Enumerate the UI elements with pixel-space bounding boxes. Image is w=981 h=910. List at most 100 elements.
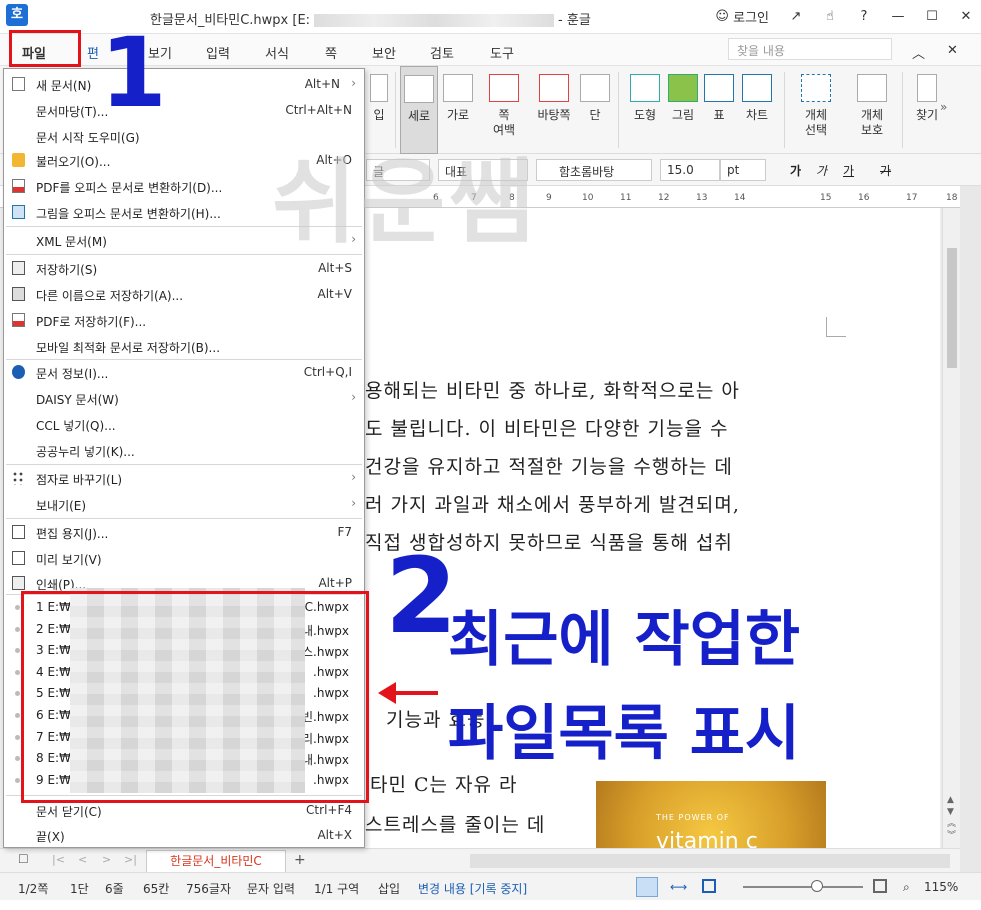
title-redacted (314, 14, 555, 27)
tab-document[interactable]: 한글문서_비타민C (146, 850, 286, 872)
view-normal-icon[interactable] (636, 877, 658, 897)
app-logo-icon[interactable]: 호 (6, 4, 28, 26)
touch-icon[interactable]: ☝ (823, 9, 837, 24)
file-menu-item[interactable]: 끝(X) Alt+X (4, 822, 364, 848)
ribbon-more-icon[interactable]: » (940, 100, 947, 114)
ribbon-shape[interactable]: 도형 (628, 66, 662, 154)
zoom-slider-thumb[interactable] (811, 880, 823, 892)
menu-tools[interactable]: 도구 (490, 43, 514, 62)
help-icon[interactable]: ? (857, 9, 871, 24)
tab-prev-button[interactable]: < (78, 853, 87, 866)
ribbon-picture[interactable]: 그림 (666, 66, 700, 154)
recent-dot-icon (15, 669, 20, 675)
menu-edit[interactable]: 편 (87, 43, 99, 62)
add-tab-button[interactable]: + (294, 852, 306, 868)
file-menu-item[interactable]: PDF로 저장하기(F)... (4, 307, 364, 333)
file-menu-item[interactable]: 문서마당(T)... Ctrl+Alt+N (4, 97, 364, 123)
scrollbar-thumb[interactable] (947, 248, 957, 368)
zoom-icon[interactable]: ⌕ (903, 880, 910, 895)
menu-format[interactable]: 서식 (265, 43, 289, 62)
menu-insert[interactable]: 입력 (206, 43, 230, 62)
annotation-arrow-icon (378, 682, 438, 704)
zoom-slider[interactable] (743, 886, 863, 888)
fit-page-icon[interactable] (873, 879, 887, 893)
menu-label: 불러오기(O)... (36, 155, 111, 169)
page-setup-icon (12, 525, 25, 539)
recent-dot-icon (15, 626, 20, 632)
status-mode[interactable]: 문자 입력 (247, 880, 295, 897)
ribbon-find[interactable]: 찾기 (912, 66, 942, 154)
strikethrough-button[interactable]: 가 (880, 162, 891, 179)
horizontal-scrollbar[interactable] (470, 854, 950, 868)
view-page-icon[interactable] (702, 879, 716, 893)
ribbon-label: 세로 (407, 109, 431, 123)
ribbon-chart[interactable]: 차트 (740, 66, 774, 154)
file-menu-item[interactable]: 보내기(E) › (4, 491, 364, 517)
font-select[interactable]: 함초롬바탕 (536, 159, 652, 181)
file-menu-item[interactable]: 미리 보기(V) (4, 545, 364, 571)
file-menu-item[interactable]: 편집 용지(J)... F7 (4, 519, 364, 545)
view-width-icon[interactable]: ⟷ (670, 880, 687, 894)
bold-button[interactable]: 가 (790, 162, 801, 179)
ribbon-table[interactable]: 표 (704, 66, 734, 154)
menu-shortcut: Alt+N (304, 77, 340, 91)
document-text-line: 도 불립니다. 이 비타민은 다양한 기능을 수 (365, 418, 729, 440)
file-menu-item[interactable]: 다른 이름으로 저장하기(A)... Alt+V (4, 281, 364, 307)
file-menu-item[interactable]: CCL 넣기(Q)... (4, 411, 364, 437)
chevron-right-icon: › (351, 76, 356, 90)
file-menu-item[interactable]: 공공누리 넣기(K)... (4, 437, 364, 463)
file-menu-item[interactable]: 점자로 바꾸기(L) › (4, 465, 364, 491)
ribbon-separator (902, 72, 903, 148)
file-menu-item[interactable]: 새 문서(N) Alt+N › (4, 71, 364, 97)
ribbon-collapse-icon[interactable]: ︿ (912, 43, 925, 62)
menu-label: 문서 정보(I)... (36, 367, 109, 381)
chevron-right-icon: › (351, 390, 356, 404)
document-text-line: 건강을 유지하고 적절한 기능을 수행하는 데 (365, 456, 733, 478)
tab-first-button[interactable]: |< (52, 853, 65, 866)
ruler-tick: 12 (658, 193, 670, 203)
minimize-button[interactable]: — (891, 9, 905, 24)
vertical-scrollbar[interactable]: ▲ ▼ ︽ ︾ (942, 208, 960, 848)
tab-next-button[interactable]: > (102, 853, 111, 866)
font-size-input[interactable]: 15.0 (660, 159, 720, 181)
status-insert[interactable]: 삽입 (378, 880, 400, 897)
pdf-save-icon (12, 313, 25, 327)
menu-shortcut: Alt+S (318, 261, 352, 275)
tab-last-button[interactable]: >| (124, 853, 137, 866)
zoom-level[interactable]: 115% (924, 880, 958, 894)
open-folder-icon (12, 153, 25, 167)
ribbon-object-select[interactable]: 개체 선택 (796, 66, 836, 154)
tab-list-icon[interactable]: ☐ (18, 852, 29, 866)
ribbon-master-page[interactable]: 바탕쪽 (532, 66, 576, 154)
pdf-convert-icon (12, 179, 25, 193)
window-title-prefix: 한글문서_비타민C.hwpx [E: (150, 13, 311, 28)
menu-shortcut: Ctrl+F4 (306, 803, 352, 817)
file-menu-item[interactable]: DAISY 문서(W) › (4, 385, 364, 411)
status-track-changes[interactable]: 변경 내용 [기록 중지] (418, 880, 527, 897)
vitamin-c-image[interactable]: THE POWER OF vitamin c (596, 781, 826, 848)
file-menu-item[interactable]: 문서 정보(I)... Ctrl+Q,I (4, 359, 364, 385)
fullscreen-icon[interactable]: ↗ (789, 9, 803, 24)
menu-security[interactable]: 보안 (372, 43, 396, 62)
ribbon-columns[interactable]: 단 (580, 66, 610, 154)
file-menu-item[interactable]: 모바일 최적화 문서로 저장하기(B)... (4, 333, 364, 359)
scroll-arrows-icon[interactable]: ▲ ▼ ︽ ︾ (947, 794, 956, 842)
menu-label: 미리 보기(V) (36, 553, 102, 567)
close-button[interactable]: ✕ (959, 9, 973, 24)
login-button[interactable]: 로그인 (733, 7, 769, 26)
recent-dot-icon (15, 648, 20, 654)
menu-page[interactable]: 쪽 (325, 43, 337, 62)
user-icon[interactable]: ☺ (715, 9, 729, 24)
recent-dot-icon (15, 777, 20, 783)
print-icon (12, 576, 25, 590)
font-size-unit[interactable]: pt (720, 159, 766, 181)
underline-button[interactable]: 가 (843, 162, 854, 179)
italic-button[interactable]: 가 (816, 162, 827, 179)
find-input[interactable]: 찾을 내용 (728, 38, 892, 60)
status-chars: 756글자 (186, 882, 231, 896)
page-bottom-strip (0, 900, 981, 910)
ribbon-object-protect[interactable]: 개체 보호 (852, 66, 892, 154)
menu-close-icon[interactable]: ✕ (947, 43, 958, 58)
menu-review[interactable]: 검토 (430, 43, 454, 62)
maximize-button[interactable]: ☐ (925, 9, 939, 24)
